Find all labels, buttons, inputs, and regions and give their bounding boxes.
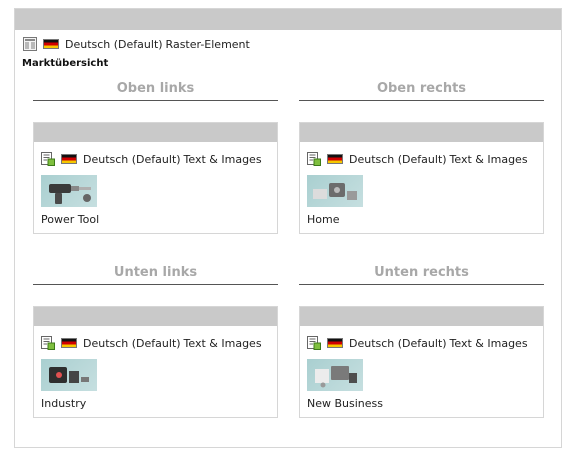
german-flag-icon [43, 39, 59, 49]
content-card-header-bar [34, 123, 277, 142]
content-caption: Home [307, 213, 340, 226]
content-type: Text & Images [449, 336, 528, 350]
grid-element-language: Deutsch (Default) [65, 37, 163, 51]
german-flag-icon [61, 154, 77, 164]
content-card-header-bar [300, 123, 543, 142]
content-card-header-bar [300, 307, 543, 326]
german-flag-icon [327, 338, 343, 348]
content-card-bottom-right[interactable]: Deutsch (Default) Text & Images New Busi… [299, 306, 544, 418]
content-type: Text & Images [183, 336, 262, 350]
german-flag-icon [61, 338, 77, 348]
content-language: Deutsch (Default) [83, 152, 181, 166]
content-type: Text & Images [449, 152, 528, 166]
content-card-bottom-left[interactable]: Deutsch (Default) Text & Images Industry [33, 306, 278, 418]
content-caption: New Business [307, 397, 383, 410]
grid-element-title-row: Deutsch (Default) Raster-Element [23, 37, 250, 51]
grid-element-header-bar [15, 9, 561, 30]
column-header-bottom-left: Unten links [33, 265, 278, 285]
content-type: Text & Images [183, 152, 262, 166]
content-language: Deutsch (Default) [83, 336, 181, 350]
text-images-icon[interactable] [307, 336, 321, 350]
content-language: Deutsch (Default) [349, 152, 447, 166]
german-flag-icon [327, 154, 343, 164]
content-card-top-left[interactable]: Deutsch (Default) Text & Images Power To… [33, 122, 278, 234]
text-images-icon[interactable] [41, 152, 55, 166]
content-card-top-right[interactable]: Deutsch (Default) Text & Images Home [299, 122, 544, 234]
column-header-top-left: Oben links [33, 81, 278, 101]
column-header-bottom-right: Unten rechts [299, 265, 544, 285]
content-card-title-row: Deutsch (Default) Text & Images [41, 152, 262, 166]
home-image [307, 175, 363, 207]
new-business-image [307, 359, 363, 391]
power-tool-image [41, 175, 97, 207]
content-card-title-row: Deutsch (Default) Text & Images [307, 152, 528, 166]
grid-element-icon[interactable] [23, 37, 37, 51]
column-header-top-right: Oben rechts [299, 81, 544, 101]
content-card-title-row: Deutsch (Default) Text & Images [307, 336, 528, 350]
text-images-icon[interactable] [41, 336, 55, 350]
content-card-header-bar [34, 307, 277, 326]
content-language: Deutsch (Default) [349, 336, 447, 350]
grid-element-frame: Deutsch (Default) Raster-Element Marktüb… [14, 8, 562, 448]
grid-element-type: Raster-Element [165, 37, 250, 51]
content-card-title-row: Deutsch (Default) Text & Images [41, 336, 262, 350]
grid-element-header: Marktübersicht [22, 58, 109, 69]
industry-image [41, 359, 97, 391]
text-images-icon[interactable] [307, 152, 321, 166]
content-caption: Power Tool [41, 213, 100, 226]
content-caption: Industry [41, 397, 87, 410]
